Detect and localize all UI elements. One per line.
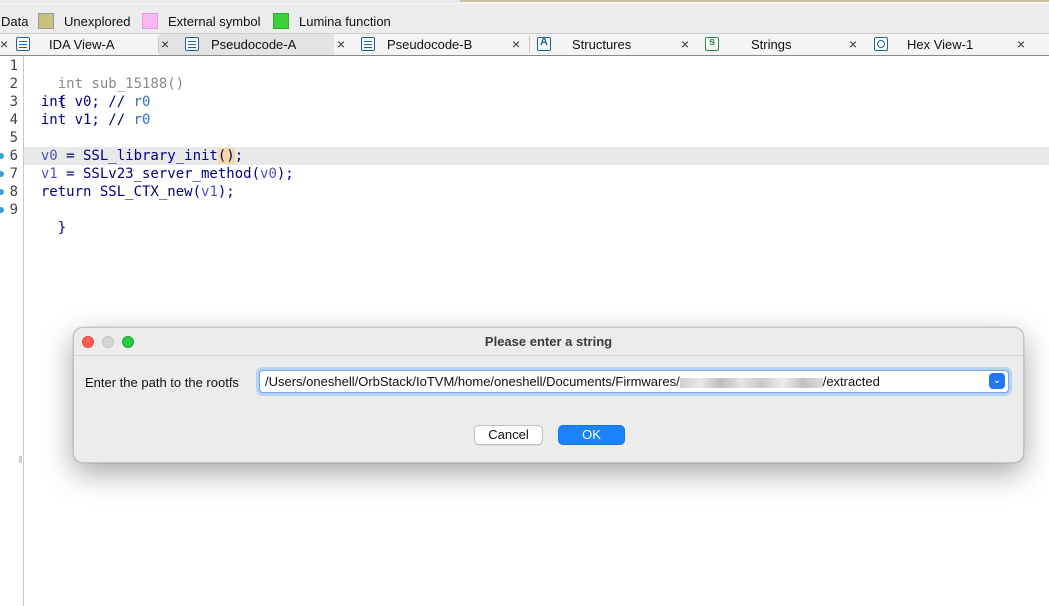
structures-icon	[537, 36, 551, 51]
tab-structures[interactable]: × Structures	[509, 34, 679, 55]
semicolon: ;	[234, 148, 244, 164]
tab-pseudocode-a[interactable]: × Pseudocode-A	[159, 34, 334, 55]
input-string-dialog: Please enter a string Enter the path to …	[73, 327, 1024, 463]
line-number: 2	[9, 76, 18, 92]
navigator-legend: Data Unexplored External symbol Lumina f…	[0, 4, 1049, 34]
line-number: 8	[9, 184, 18, 200]
dialog-titlebar[interactable]: Please enter a string	[74, 328, 1023, 356]
pseudocode-icon	[185, 37, 199, 51]
line-number: 9	[9, 202, 18, 218]
ok-button[interactable]: OK	[558, 425, 625, 445]
tab-strings[interactable]: × Strings	[679, 34, 846, 55]
line-number: 1	[9, 58, 18, 74]
legend-item-unexplored: Unexplored	[38, 13, 131, 29]
var-declaration: int v1; //	[24, 112, 134, 128]
breakpoint-marker[interactable]	[0, 153, 4, 159]
external-symbol-swatch	[142, 13, 158, 29]
close-icon[interactable]: ×	[849, 36, 857, 52]
dialog-title: Please enter a string	[484, 334, 613, 349]
tab-pseudocode-b[interactable]: × Pseudocode-B	[334, 34, 530, 55]
redacted-segment	[679, 377, 823, 388]
splitter-handle[interactable]	[19, 456, 22, 463]
close-brace: }	[57, 220, 67, 236]
line-number: 5	[9, 130, 18, 146]
var-declaration: int v0; //	[24, 94, 134, 110]
hex-view-icon	[874, 37, 888, 51]
tab-label: Pseudocode-B	[387, 37, 473, 52]
variable-token[interactable]: v1	[201, 184, 218, 200]
legend-label-unexplored: Unexplored	[64, 13, 131, 29]
breakpoint-marker[interactable]	[0, 189, 4, 195]
parens-token: ()	[217, 148, 235, 164]
code-line: int sub_15188()	[24, 57, 1049, 92]
path-prefix: /Users/oneshell/OrbStack/IoTVM/home/ones…	[265, 374, 680, 389]
variable-token[interactable]: v1	[41, 166, 58, 182]
tab-label: Structures	[572, 37, 632, 52]
code-line: return SSL_CTX_new(v1);	[24, 183, 1049, 201]
rootfs-path-label: Enter the path to the rootfs	[85, 375, 239, 390]
line-number: 4	[9, 112, 18, 128]
tab-label: IDA View-A	[49, 37, 115, 52]
breakpoint-marker[interactable]	[0, 207, 4, 213]
cancel-button[interactable]: Cancel	[474, 425, 543, 445]
chevron-down-icon[interactable]: ⌄	[989, 373, 1005, 389]
tab-label: Hex View-1	[907, 37, 974, 52]
strings-icon	[705, 36, 719, 51]
call-token[interactable]: = SSL_library_init	[58, 148, 218, 164]
line-number-gutter: 1 2 3 4 5 6 7 8 9	[0, 56, 24, 606]
dialog-body: Enter the path to the rootfs /Users/ones…	[74, 356, 1023, 462]
line-number: 7	[9, 166, 18, 182]
legend-label-data: Data	[1, 13, 29, 29]
variable-token[interactable]: v0	[260, 166, 277, 182]
code-line: }	[24, 201, 1049, 236]
register-comment: r0	[133, 94, 151, 110]
line-number: 3	[9, 94, 18, 110]
legend-label-lumina-function: Lumina function	[299, 13, 391, 29]
path-suffix: /extracted	[822, 374, 880, 389]
lumina-function-swatch	[273, 13, 289, 29]
semicolon: );	[217, 184, 235, 200]
code-line: {	[24, 75, 1049, 110]
code-line: int v0; // r0	[24, 93, 1049, 111]
close-icon[interactable]: ×	[1017, 36, 1025, 52]
semicolon: );	[276, 166, 294, 182]
close-icon[interactable]: ×	[512, 36, 520, 52]
return-statement[interactable]: return SSL_CTX_new(	[24, 184, 201, 200]
call-token[interactable]: = SSLv23_server_method(	[58, 166, 260, 182]
code-line-current: v0 = SSL_library_init();	[24, 147, 1049, 165]
legend-item-lumina-function: Lumina function	[273, 13, 391, 29]
legend-item-external-symbol: External symbol	[142, 13, 260, 29]
tab-label: Pseudocode-A	[211, 37, 297, 52]
register-comment: r0	[133, 112, 151, 128]
breakpoint-marker[interactable]	[0, 171, 4, 177]
tab-label: Strings	[751, 37, 792, 52]
line-number: 6	[9, 148, 18, 164]
code-line: v1 = SSLv23_server_method(v0);	[24, 165, 1049, 183]
legend-label-external-symbol: External symbol	[168, 13, 261, 29]
close-icon[interactable]: ×	[161, 36, 169, 52]
pseudocode-icon	[361, 37, 375, 51]
variable-token[interactable]: v0	[41, 148, 58, 164]
rootfs-path-input[interactable]: /Users/oneshell/OrbStack/IoTVM/home/ones…	[259, 370, 1009, 393]
code-line: int v1; // r0	[24, 111, 1049, 129]
legend-item-data: Data	[1, 13, 28, 29]
unexplored-swatch	[38, 13, 54, 29]
close-icon[interactable]: ×	[0, 36, 8, 52]
tab-ida-view-a[interactable]: × IDA View-A	[0, 34, 162, 55]
view-tab-bar: × IDA View-A × Pseudocode-A × Pseudocode…	[0, 34, 1049, 56]
close-icon[interactable]: ×	[681, 36, 689, 52]
close-icon[interactable]: ×	[337, 36, 345, 52]
rootfs-path-value: /Users/oneshell/OrbStack/IoTVM/home/ones…	[265, 374, 880, 389]
disassembly-icon	[16, 37, 30, 51]
tab-hex-view-1[interactable]: × Hex View-1 ×	[846, 34, 1049, 55]
